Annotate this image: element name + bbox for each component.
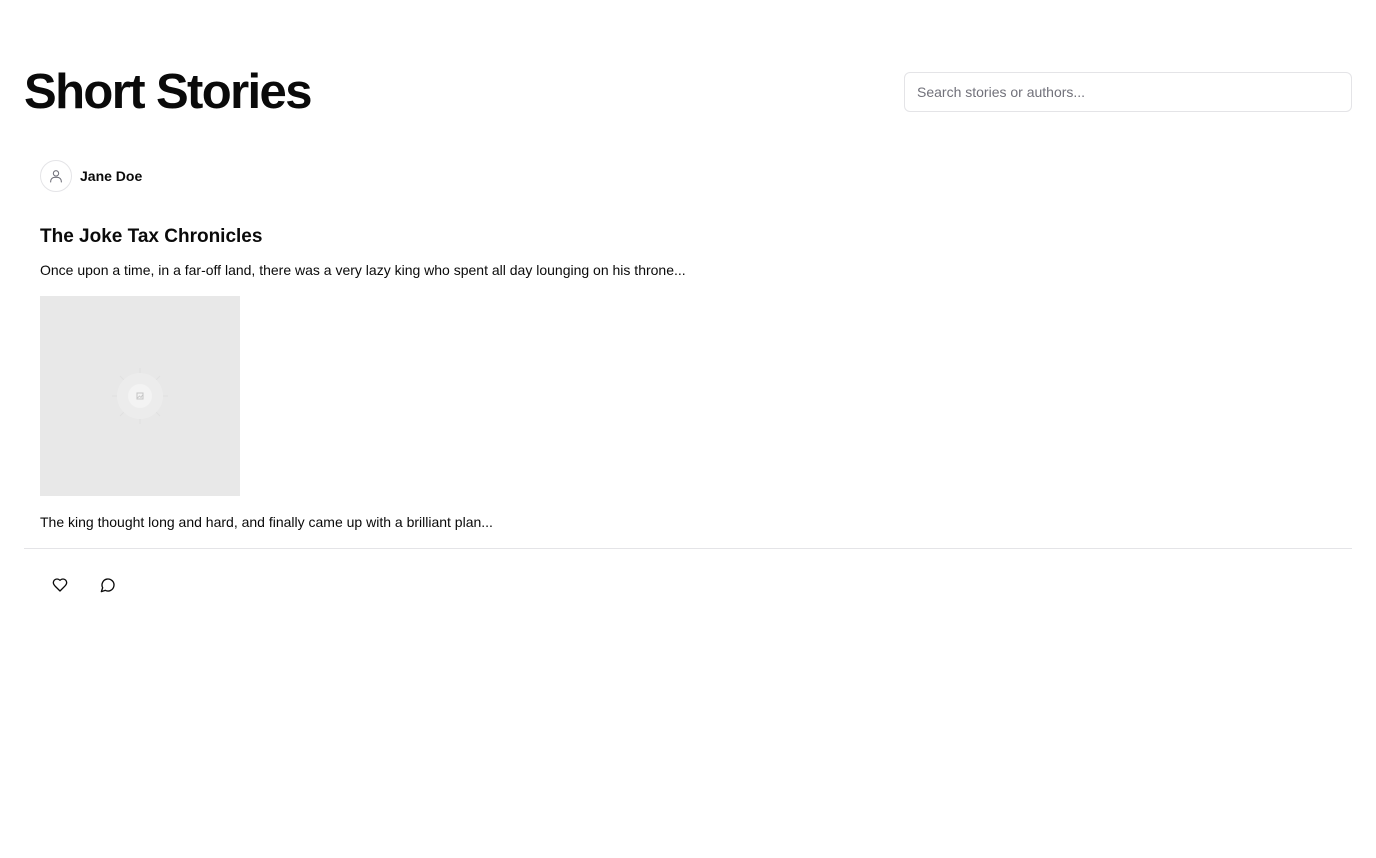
- story-paragraph: Once upon a time, in a far-off land, the…: [40, 262, 686, 278]
- image-placeholder-icon: [112, 368, 168, 424]
- page-title: Short Stories: [24, 65, 312, 119]
- divider: [24, 548, 1352, 549]
- like-button[interactable]: [40, 565, 80, 605]
- comment-button[interactable]: [88, 565, 128, 605]
- story-title[interactable]: The Joke Tax Chronicles: [40, 225, 262, 249]
- post-actions: [40, 565, 128, 605]
- story-image: [40, 296, 240, 496]
- story-paragraph: The king thought long and hard, and fina…: [40, 514, 493, 530]
- page: Short Stories Jane Doe The Joke Tax Chro…: [0, 0, 1376, 858]
- avatar[interactable]: [40, 160, 72, 192]
- heart-icon: [52, 578, 68, 592]
- user-icon: [50, 170, 62, 183]
- search-input[interactable]: [904, 72, 1352, 112]
- author-name[interactable]: Jane Doe: [80, 168, 142, 184]
- author-row: Jane Doe: [40, 160, 142, 192]
- comment-icon: [100, 578, 115, 593]
